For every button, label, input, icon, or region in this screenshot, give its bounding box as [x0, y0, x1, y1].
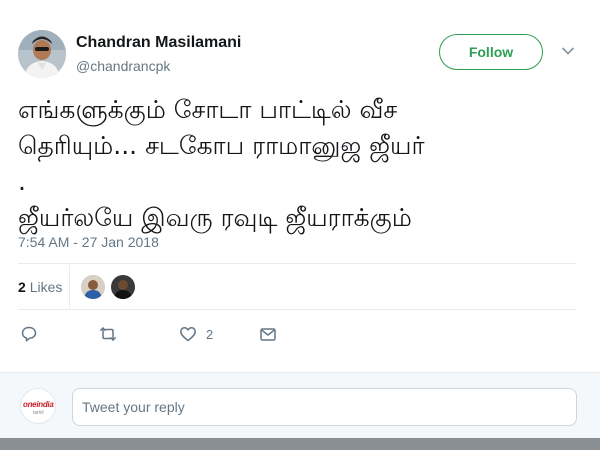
divider-bottom: [18, 309, 576, 310]
tweet-card: Chandran Masilamani @chandrancpk Follow …: [0, 0, 600, 372]
chevron-down-icon[interactable]: [561, 44, 575, 58]
retweet-icon: [100, 327, 116, 341]
direct-message-action[interactable]: [259, 323, 277, 345]
stats-separator: [69, 265, 70, 309]
heart-icon: [180, 327, 196, 342]
liker-avatar[interactable]: [111, 275, 135, 299]
likes-count: 2: [18, 279, 26, 295]
follow-button[interactable]: Follow: [439, 34, 543, 70]
liker-avatar[interactable]: [81, 275, 105, 299]
reply-input[interactable]: [72, 388, 577, 426]
message-icon: [260, 328, 276, 341]
retweet-action[interactable]: [99, 323, 117, 345]
brand-logo-text: oneindia: [23, 400, 54, 409]
reply-icon: [21, 326, 37, 342]
author-handle[interactable]: @chandrancpk: [76, 58, 170, 74]
brand-logo-subtext: tamil: [33, 410, 44, 416]
tweet-timestamp[interactable]: 7:54 AM - 27 Jan 2018: [18, 234, 159, 250]
author-avatar[interactable]: [18, 30, 66, 78]
author-name[interactable]: Chandran Masilamani: [76, 34, 241, 52]
likes-stat[interactable]: 2 Likes: [18, 279, 62, 295]
likes-label: Likes: [29, 279, 63, 295]
like-count: 2: [206, 326, 214, 342]
reply-user-avatar: oneindia tamil: [20, 388, 56, 424]
liker-avatar-image: [111, 275, 135, 299]
bottom-bar: [0, 438, 600, 450]
divider-top: [18, 263, 576, 264]
avatar-image: [18, 30, 66, 78]
like-action[interactable]: 2: [179, 323, 213, 345]
brand-logo: oneindia: [23, 400, 54, 409]
tweet-text: எங்களுக்கும் சோடா பாட்டில் வீச தெரியும்.…: [18, 95, 425, 232]
liker-avatar-image: [81, 275, 105, 299]
reply-action[interactable]: [20, 323, 38, 345]
